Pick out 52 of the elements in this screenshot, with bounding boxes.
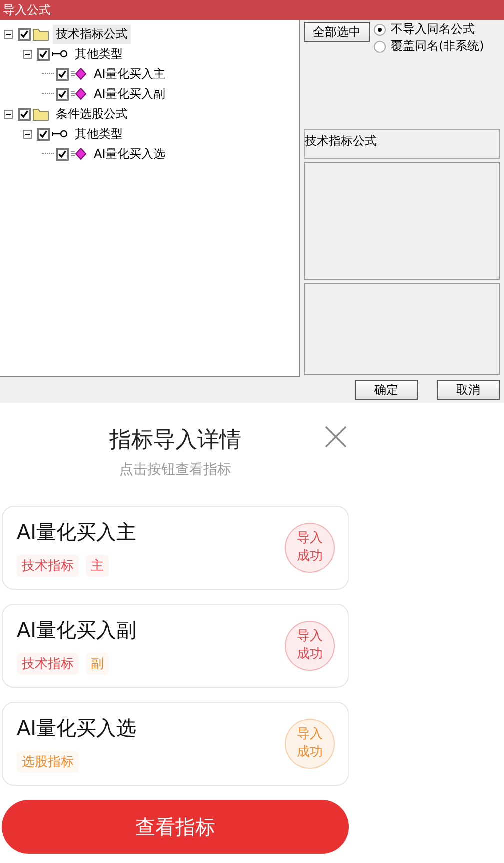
option-label[interactable]: 不导入同名公式 bbox=[391, 21, 475, 38]
tree-item[interactable]: 条件选股公式 bbox=[53, 104, 131, 124]
key-icon bbox=[52, 49, 68, 59]
collapse-icon[interactable] bbox=[4, 30, 13, 38]
tag: 主 bbox=[86, 555, 109, 577]
diamond-icon bbox=[71, 88, 87, 100]
status-badge: 导入成功 bbox=[285, 523, 335, 573]
indicator-name: AI量化买入选 bbox=[17, 715, 137, 742]
indicator-name: AI量化买入主 bbox=[17, 519, 137, 546]
tree-item[interactable]: 技术指标公式 bbox=[53, 24, 131, 44]
info-text: 技术指标公式 bbox=[305, 134, 377, 148]
tree-item[interactable]: 其他类型 bbox=[72, 124, 126, 144]
folder-icon bbox=[33, 27, 49, 41]
indicator-card[interactable]: AI量化买入主 技术指标 主 导入成功 bbox=[2, 506, 349, 590]
key-icon bbox=[52, 129, 68, 139]
checkbox[interactable] bbox=[18, 28, 31, 40]
radio-button[interactable] bbox=[374, 40, 386, 52]
window-title: 导入公式 bbox=[3, 2, 51, 18]
view-indicators-button[interactable]: 查看指标 bbox=[2, 800, 349, 854]
checkbox[interactable] bbox=[56, 88, 69, 100]
checkbox[interactable] bbox=[18, 108, 31, 120]
cancel-button[interactable]: 取消 bbox=[437, 380, 500, 400]
ok-button[interactable]: 确定 bbox=[355, 380, 418, 400]
collapse-icon[interactable] bbox=[23, 50, 32, 58]
tree-item[interactable]: AI量化买入选 bbox=[91, 144, 169, 164]
tag: 技术指标 bbox=[17, 555, 79, 577]
select-all-button[interactable]: 全部选中 bbox=[304, 22, 370, 42]
option-label[interactable]: 覆盖同名(非系统) bbox=[391, 38, 484, 55]
diamond-icon bbox=[71, 68, 87, 80]
checkbox[interactable] bbox=[37, 128, 50, 140]
indicator-card[interactable]: AI量化买入选 选股指标 导入成功 bbox=[2, 702, 349, 786]
tree-item[interactable]: AI量化买入副 bbox=[91, 84, 169, 104]
collapse-icon[interactable] bbox=[4, 110, 13, 118]
folder-icon bbox=[33, 107, 49, 121]
tag: 副 bbox=[86, 653, 109, 675]
sheet-subtitle: 点击按钮查看指标 bbox=[118, 461, 232, 479]
tag: 技术指标 bbox=[17, 653, 79, 675]
tree-item[interactable]: 其他类型 bbox=[72, 44, 126, 64]
tag: 选股指标 bbox=[17, 751, 79, 773]
diamond-icon bbox=[71, 148, 87, 160]
sheet-title: 指标导入详情 bbox=[110, 427, 242, 455]
checkbox[interactable] bbox=[56, 68, 69, 80]
indicator-name: AI量化买入副 bbox=[17, 617, 137, 644]
checkbox[interactable] bbox=[56, 148, 69, 160]
indicator-card[interactable]: AI量化买入副 技术指标 副 导入成功 bbox=[2, 604, 349, 688]
close-icon[interactable] bbox=[325, 426, 347, 448]
checkbox[interactable] bbox=[37, 48, 50, 60]
status-badge: 导入成功 bbox=[285, 621, 335, 671]
status-badge: 导入成功 bbox=[285, 719, 335, 769]
collapse-icon[interactable] bbox=[23, 130, 32, 138]
tree-item[interactable]: AI量化买入主 bbox=[91, 64, 169, 84]
radio-button[interactable] bbox=[374, 24, 386, 36]
